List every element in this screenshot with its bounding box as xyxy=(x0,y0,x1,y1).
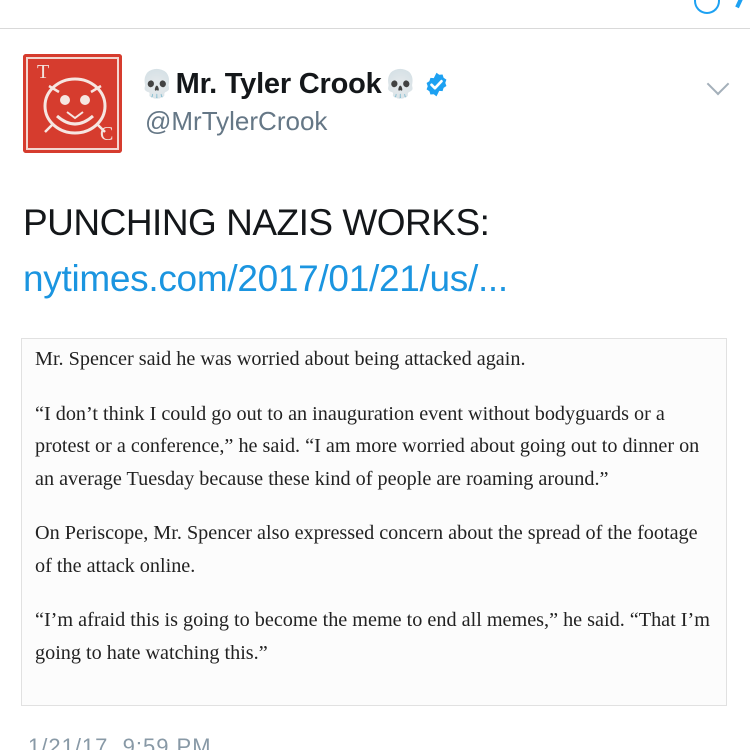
article-paragraph: “I’m afraid this is going to become the … xyxy=(35,609,710,664)
quoted-article-image[interactable]: Mr. Spencer said he was worried about be… xyxy=(21,338,727,706)
action-icon-mark xyxy=(735,0,745,9)
previous-tweet-fragment xyxy=(0,0,750,29)
chevron-down-icon[interactable] xyxy=(706,72,730,96)
action-icon[interactable] xyxy=(694,0,720,14)
tweet-timestamp: 1/21/17, 9:59 PM xyxy=(28,734,212,750)
tweet-link[interactable]: nytimes.com/2017/01/21/us/... xyxy=(23,258,508,300)
svg-text:T: T xyxy=(37,61,49,83)
user-handle[interactable]: @MrTylerCrook xyxy=(145,106,450,137)
display-name[interactable]: Mr. Tyler Crook xyxy=(176,68,382,101)
avatar-logo: T C xyxy=(23,54,122,153)
verified-badge-icon xyxy=(426,72,447,96)
article-excerpt: Mr. Spencer said he was worried about be… xyxy=(35,343,719,691)
tweet-text: PUNCHING NAZIS WORKS: xyxy=(23,202,490,243)
tweet-page: T C 💀 Mr. Tyler Crook 💀 @MrTylerCrook PU… xyxy=(0,0,750,750)
article-paragraph: “I don’t think I could go out to an inau… xyxy=(35,402,700,490)
svg-text:C: C xyxy=(100,123,113,145)
skull-icon: 💀 xyxy=(140,68,174,100)
tweet-header: 💀 Mr. Tyler Crook 💀 @MrTylerCrook xyxy=(140,64,450,137)
article-paragraph: Mr. Spencer said he was worried about be… xyxy=(35,348,526,370)
skull-icon: 💀 xyxy=(383,68,418,100)
article-paragraph: On Periscope, Mr. Spencer also expressed… xyxy=(35,522,698,577)
avatar[interactable]: T C xyxy=(23,54,122,153)
display-name-row[interactable]: 💀 Mr. Tyler Crook 💀 xyxy=(140,64,450,104)
